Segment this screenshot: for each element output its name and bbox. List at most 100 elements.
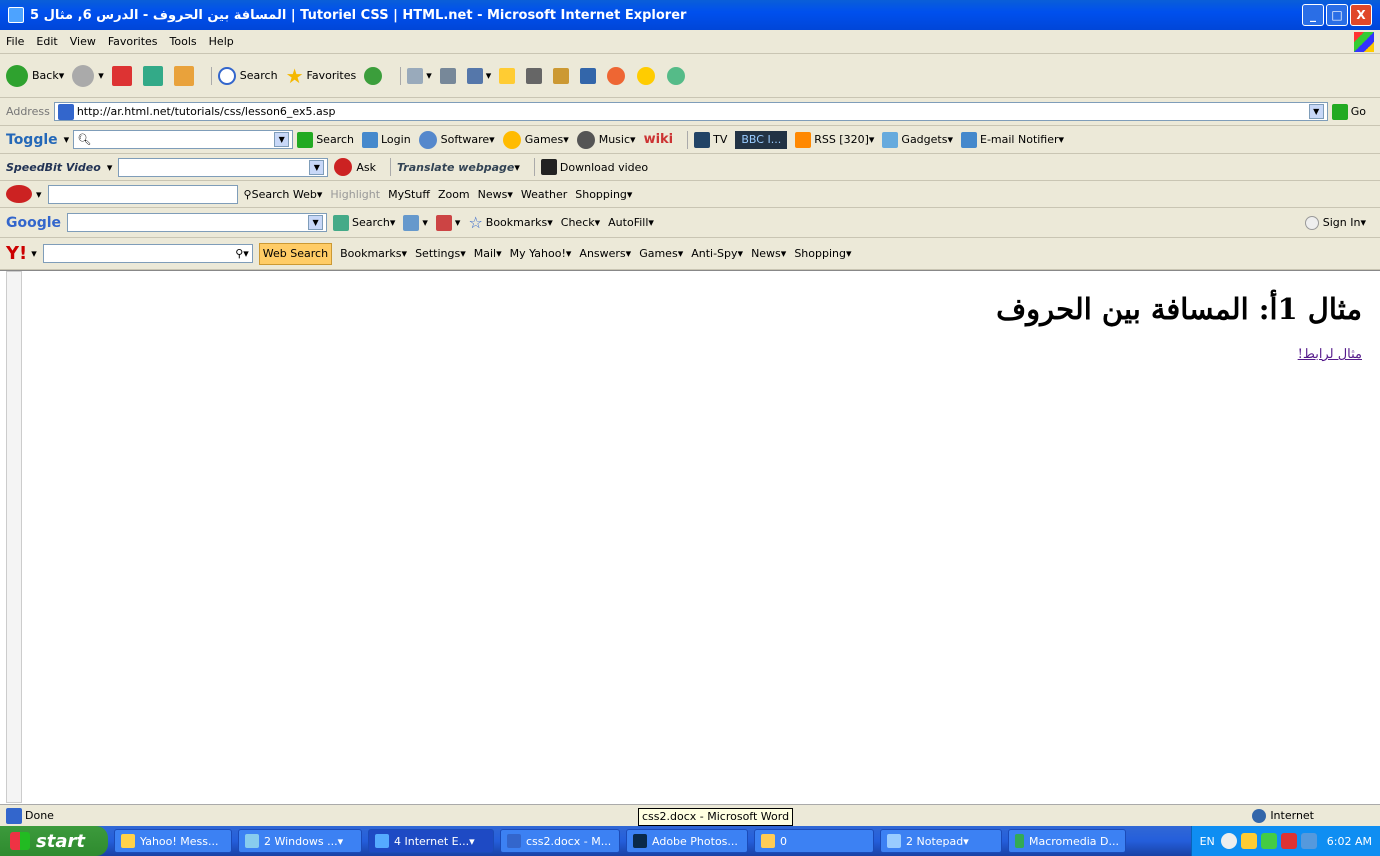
note-button[interactable]: [499, 63, 518, 89]
task-windows-group[interactable]: 2 Windows ... ▾: [238, 829, 362, 853]
address-dropdown-icon[interactable]: ▼: [1308, 104, 1324, 119]
back-arrow-icon: [6, 64, 28, 87]
yahoo-logo[interactable]: Y!: [6, 243, 27, 264]
answers-button[interactable]: Answers ▾: [579, 241, 631, 267]
ask-search-input[interactable]: [47, 184, 238, 204]
task-macromedia[interactable]: Macromedia D...: [1008, 829, 1126, 853]
menu-view[interactable]: View: [70, 35, 96, 48]
k-button[interactable]: [526, 63, 545, 89]
menu-file[interactable]: File: [6, 35, 24, 48]
example-link[interactable]: مثال لرابط!: [1298, 347, 1362, 362]
menu-help[interactable]: Help: [209, 35, 234, 48]
refresh-button[interactable]: [142, 63, 166, 89]
print-button[interactable]: [439, 63, 459, 89]
dropdown-icon[interactable]: ▼: [274, 132, 290, 147]
ask-logo-icon[interactable]: [6, 185, 32, 203]
home-button[interactable]: [173, 63, 197, 89]
yahoo-settings-button[interactable]: Settings ▾: [415, 241, 466, 267]
menu-tools[interactable]: Tools: [170, 35, 197, 48]
login-button[interactable]: Login: [361, 127, 411, 153]
news-button[interactable]: News ▾: [478, 181, 513, 207]
music-button[interactable]: Music ▾: [576, 127, 636, 153]
popup-blocker-button[interactable]: ▾: [435, 210, 460, 236]
media-button[interactable]: [607, 63, 629, 89]
toggle-search-input[interactable]: 🔍︎ ▼: [73, 130, 294, 149]
google-search-input[interactable]: ▼: [67, 213, 328, 232]
toggle-brand[interactable]: Toggle: [6, 132, 58, 148]
autofill-button[interactable]: AutoFill ▾: [608, 210, 654, 236]
start-button[interactable]: start: [0, 826, 108, 856]
tray-volume-icon[interactable]: [1300, 833, 1317, 849]
stop-button[interactable]: [111, 63, 135, 89]
forward-button[interactable]: ▾: [72, 63, 104, 89]
ask-button[interactable]: Ask: [334, 154, 376, 180]
address-input[interactable]: http://ar.html.net/tutorials/css/lesson6…: [53, 102, 1328, 121]
favorites-button[interactable]: ★ Favorites: [286, 63, 357, 89]
edit-button[interactable]: ▾: [466, 63, 491, 89]
zoom-button[interactable]: Zoom: [438, 181, 470, 207]
sign-in-button[interactable]: Sign In ▾: [1304, 210, 1366, 236]
msn-button[interactable]: [667, 63, 689, 89]
yahoo-bookmarks-button[interactable]: Bookmarks ▾: [340, 241, 407, 267]
my-yahoo-button[interactable]: My Yahoo! ▾: [510, 241, 572, 267]
search-button[interactable]: Search: [217, 63, 278, 89]
media-player[interactable]: BBC I...: [735, 130, 788, 149]
web-search-button[interactable]: Web Search: [258, 242, 333, 265]
google-plus-button[interactable]: ▾: [403, 210, 428, 236]
task-folder[interactable]: 0: [754, 829, 874, 853]
search-icon: 🔍︎: [77, 133, 92, 146]
dropdown-icon[interactable]: ▼: [309, 159, 325, 175]
weather-button[interactable]: Weather: [521, 181, 567, 207]
translate-button[interactable]: Translate webpage ▾: [397, 154, 520, 180]
messenger-button[interactable]: [637, 63, 659, 89]
pen-button[interactable]: [553, 63, 572, 89]
games-button[interactable]: Games ▾: [502, 127, 569, 153]
email-notifier-button[interactable]: E-mail Notifier ▾: [961, 127, 1064, 153]
highlight-button[interactable]: Highlight: [330, 181, 380, 207]
maximize-button[interactable]: □: [1326, 4, 1348, 26]
history-button[interactable]: [364, 63, 386, 89]
shopping-button[interactable]: Shopping ▾: [575, 181, 632, 207]
rss-button[interactable]: RSS [320] ▾: [795, 127, 874, 153]
menu-edit[interactable]: Edit: [36, 35, 57, 48]
task-word[interactable]: css2.docx - M...: [500, 829, 620, 853]
google-logo[interactable]: Google: [6, 215, 61, 231]
tray-network-icon[interactable]: [1260, 833, 1277, 849]
antispy-button[interactable]: Anti-Spy ▾: [691, 241, 743, 267]
wiki-button[interactable]: wiki: [644, 127, 674, 153]
speedbit-search-input[interactable]: ▼: [118, 157, 329, 177]
task-notepad[interactable]: 2 Notepad ▾: [880, 829, 1002, 853]
menu-favorites[interactable]: Favorites: [108, 35, 158, 48]
yahoo-games-button[interactable]: Games ▾: [639, 241, 683, 267]
speedbit-brand[interactable]: SpeedBit Video: [6, 161, 101, 174]
vertical-scrollbar[interactable]: [6, 271, 22, 803]
tv-button[interactable]: TV: [694, 127, 727, 153]
yahoo-search-input[interactable]: ⚲▾: [42, 244, 253, 263]
google-bookmarks-button[interactable]: ☆ Bookmarks ▾: [468, 210, 552, 236]
back-button[interactable]: Back ▾: [6, 63, 64, 89]
task-photoshop[interactable]: Adobe Photos...: [626, 829, 748, 853]
yahoo-news-button[interactable]: News ▾: [751, 241, 786, 267]
minimize-button[interactable]: _: [1302, 4, 1324, 26]
yahoo-shopping-button[interactable]: Shopping ▾: [794, 241, 851, 267]
language-indicator[interactable]: EN: [1200, 835, 1215, 848]
spell-check-button[interactable]: Check ▾: [561, 210, 600, 236]
research-button[interactable]: [580, 63, 599, 89]
dropdown-icon[interactable]: ▼: [308, 215, 324, 230]
close-button[interactable]: X: [1350, 4, 1372, 26]
yahoo-mail-button[interactable]: Mail ▾: [474, 241, 502, 267]
tray-k-icon[interactable]: [1280, 833, 1297, 849]
toggle-search-button[interactable]: Search: [297, 127, 354, 153]
tray-arrow-icon[interactable]: [1220, 833, 1237, 849]
mail-button[interactable]: ▾: [407, 63, 432, 89]
gadgets-button[interactable]: Gadgets ▾: [882, 127, 953, 153]
download-video-button[interactable]: Download video: [540, 154, 648, 180]
search-web-button[interactable]: ⚲ Search Web ▾: [244, 181, 323, 207]
google-search-button[interactable]: Search ▾: [333, 210, 395, 236]
tray-messenger-icon[interactable]: [1240, 833, 1257, 849]
go-button[interactable]: Go: [1331, 99, 1366, 125]
mystuff-button[interactable]: MyStuff: [388, 181, 430, 207]
task-yahoo-messenger[interactable]: Yahoo! Mess...: [114, 829, 232, 853]
software-button[interactable]: Software ▾: [418, 127, 495, 153]
task-internet-explorer[interactable]: 4 Internet E... ▾: [368, 829, 494, 853]
